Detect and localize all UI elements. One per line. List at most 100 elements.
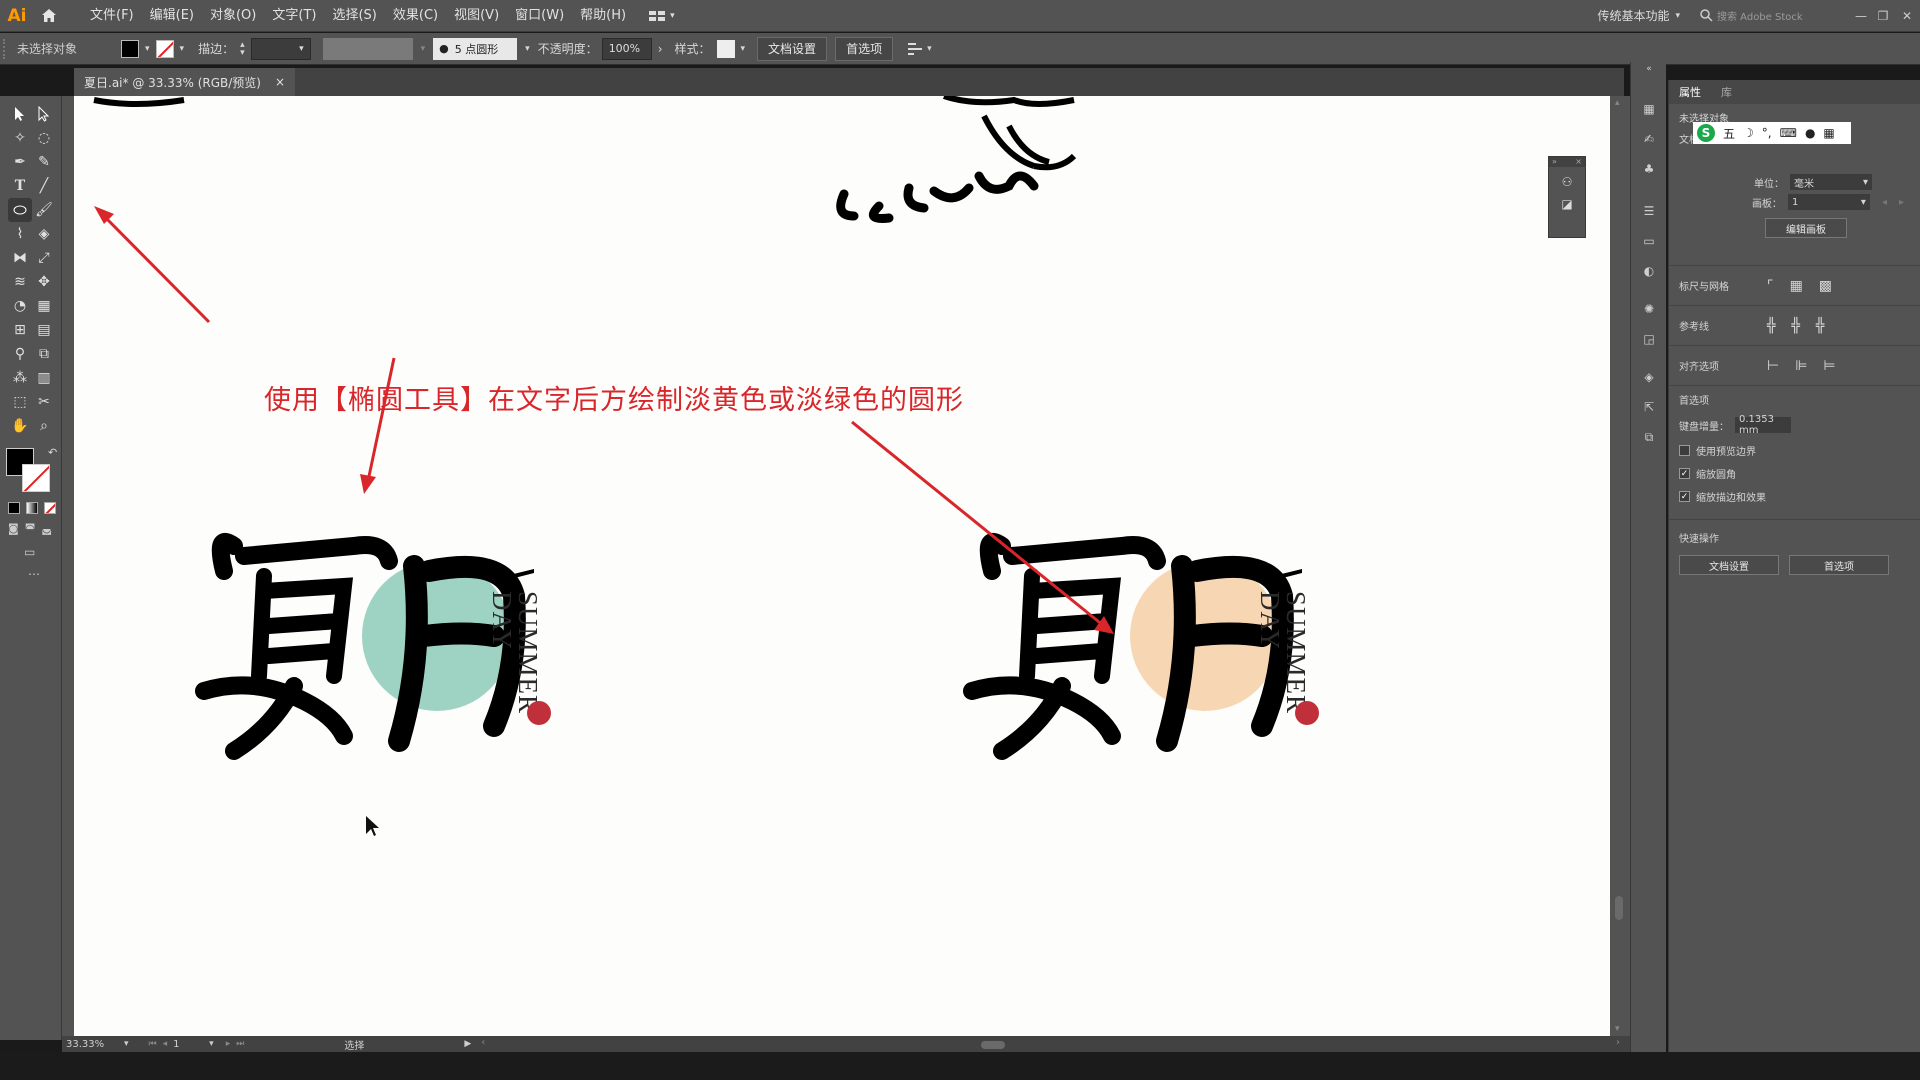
menu-effect[interactable]: 效果(C) <box>385 0 446 32</box>
minimize-button[interactable]: — <box>1850 9 1872 23</box>
chevron-down-icon[interactable]: ▾ <box>209 1039 214 1049</box>
screen-mode-icon[interactable]: ▭ <box>24 545 61 559</box>
artboard-select[interactable]: 1 ▾ <box>1787 194 1870 210</box>
curvature-tool-icon[interactable]: ✎ <box>32 150 56 174</box>
vertical-scrollbar[interactable]: ▴ ▾ <box>1612 96 1626 1036</box>
scale-strokes-checkbox[interactable]: ✓ <box>1679 491 1690 502</box>
artboard-tool-icon[interactable]: ⬚ <box>8 390 32 414</box>
first-artboard-icon[interactable]: ⏮ <box>149 1039 157 1049</box>
status-menu-icon[interactable]: ▶ <box>464 1039 471 1049</box>
swap-icon[interactable]: ↶ <box>48 446 57 459</box>
line-tool-icon[interactable]: ╱ <box>32 174 56 198</box>
type-tool-icon[interactable]: T <box>8 174 32 198</box>
chevron-down-icon[interactable]: ▾ <box>145 44 150 54</box>
scroll-thumb[interactable] <box>1615 896 1623 920</box>
pen-tool-icon[interactable]: ✒ <box>8 150 32 174</box>
stock-search[interactable]: 搜索 Adobe Stock <box>1700 6 1850 26</box>
preview-bounds-checkbox[interactable] <box>1679 445 1690 456</box>
direct-selection-tool-icon[interactable] <box>32 102 56 126</box>
menu-type[interactable]: 文字(T) <box>264 0 324 32</box>
align-pixel-icon[interactable]: ⊢ <box>1767 358 1779 374</box>
tab-document[interactable]: 夏日.ai* @ 33.33% (RGB/预览) × <box>74 68 296 96</box>
gradient-mode-icon[interactable] <box>26 502 38 514</box>
reflect-tool-icon[interactable]: ⧓ <box>8 246 32 270</box>
scale-tool-icon[interactable]: ⤢ <box>32 246 56 270</box>
variable-width-field[interactable] <box>322 37 413 60</box>
opacity-field[interactable]: 100% <box>601 37 652 60</box>
none-mode-icon[interactable] <box>44 502 56 514</box>
last-artboard-icon[interactable]: ⏭ <box>236 1039 244 1049</box>
scale-strokes-row[interactable]: ✓ 缩放描边和效果 <box>1679 489 1910 504</box>
menu-edit[interactable]: 编辑(E) <box>142 0 202 32</box>
stroke-color-swatch[interactable] <box>22 464 50 492</box>
horizontal-scrollbar[interactable]: ‹ › <box>481 1037 1620 1049</box>
arrange-icon[interactable]: ▾ <box>907 42 932 56</box>
color-mode-icon[interactable] <box>8 502 20 514</box>
chevron-down-icon[interactable]: ▾ <box>525 44 530 54</box>
shaper-tool-icon[interactable]: ⌇ <box>8 222 32 246</box>
draw-normal-icon[interactable]: ◙ <box>8 522 19 535</box>
draw-behind-icon[interactable]: ◚ <box>25 522 36 535</box>
keyboard-increment-field[interactable]: 0.1353 mm <box>1735 414 1791 436</box>
close-icon[interactable]: × <box>1575 157 1582 167</box>
tab-libraries[interactable]: 库 <box>1711 84 1742 100</box>
floating-mini-panel[interactable]: » × ⚇ ◪ <box>1548 156 1586 238</box>
eyedropper-icon[interactable]: ⚲ <box>8 342 32 366</box>
lasso-icon[interactable]: ◌ <box>32 126 56 150</box>
style-swatch[interactable] <box>716 39 735 58</box>
menu-object[interactable]: 对象(O) <box>202 0 264 32</box>
close-icon[interactable]: × <box>275 75 285 89</box>
collapse-icon[interactable]: « <box>1631 62 1667 76</box>
collapse-icon[interactable]: » <box>1552 157 1557 167</box>
units-select[interactable]: 毫米 ▾ <box>1790 174 1872 190</box>
menu-select[interactable]: 选择(S) <box>324 0 384 32</box>
scroll-down-icon[interactable]: ▾ <box>1615 1024 1620 1034</box>
selection-tool-icon[interactable] <box>8 102 32 126</box>
prev-artboard-icon[interactable]: ◂ <box>163 1039 168 1049</box>
align-key-icon[interactable]: ⊨ <box>1823 358 1835 374</box>
preferences-button[interactable]: 首选项 <box>835 36 894 61</box>
gradient-panel-icon[interactable]: ▭ <box>1631 226 1667 256</box>
quick-document-setup-button[interactable]: 文档设置 <box>1679 555 1779 575</box>
chevron-down-icon[interactable]: ▾ <box>741 44 746 54</box>
transparency-grid-icon[interactable]: ▩ <box>1819 278 1832 294</box>
more-tools-icon[interactable]: ⋯ <box>28 567 61 581</box>
stroke-panel-icon[interactable]: ☰ <box>1631 196 1667 226</box>
arrange-documents-icon[interactable]: ▾ <box>648 10 675 22</box>
zoom-field[interactable]: 33.33% <box>62 1039 120 1050</box>
export-icon[interactable]: ⇱ <box>1631 392 1667 422</box>
close-button[interactable]: ✕ <box>1894 9 1920 23</box>
paintbrush-icon[interactable]: 🖌 <box>32 198 56 222</box>
gradient-tool-icon[interactable]: ▤ <box>32 318 56 342</box>
grid-icon[interactable]: ▦ <box>1790 278 1803 294</box>
layers-icon[interactable]: ◈ <box>1631 362 1667 392</box>
menu-help[interactable]: 帮助(H) <box>572 0 634 32</box>
brushes-icon[interactable]: ✍ <box>1631 124 1667 154</box>
shape-builder-icon[interactable]: ◔ <box>8 294 32 318</box>
chevron-down-icon[interactable]: ▾ <box>180 44 185 54</box>
artboards-icon[interactable]: ⧉ <box>1631 422 1667 452</box>
zoom-tool-icon[interactable]: ⌕ <box>32 414 56 438</box>
perspective-grid-icon[interactable]: ▦ <box>32 294 56 318</box>
draw-inside-icon[interactable]: ◛ <box>41 522 52 535</box>
preview-bounds-row[interactable]: 使用预览边界 <box>1679 443 1910 458</box>
rulers-icon[interactable]: ⌜ <box>1767 278 1774 294</box>
brush-field[interactable]: ● 5 点圆形 <box>433 37 518 60</box>
chevron-down-icon[interactable]: ▾ <box>421 44 426 54</box>
menu-file[interactable]: 文件(F) <box>82 0 142 32</box>
scroll-left-icon[interactable]: ‹ <box>481 1037 485 1048</box>
transparency-panel-icon[interactable]: ◐ <box>1631 256 1667 286</box>
artboard-number[interactable]: 1 <box>173 1039 209 1050</box>
fill-swatch[interactable] <box>121 39 139 58</box>
symbol-sprayer-icon[interactable]: ⁂ <box>8 366 32 390</box>
scale-corners-row[interactable]: ✓ 缩放圆角 <box>1679 466 1910 481</box>
workspace-switcher[interactable]: 传统基本功能 ▾ <box>1597 7 1680 24</box>
quick-preferences-button[interactable]: 首选项 <box>1789 555 1889 575</box>
blend-tool-icon[interactable]: ⧉ <box>32 342 56 366</box>
chevron-right-icon[interactable]: › <box>658 42 663 56</box>
menu-view[interactable]: 视图(V) <box>446 0 507 32</box>
menu-window[interactable]: 窗口(W) <box>507 0 572 32</box>
scale-corners-checkbox[interactable]: ✓ <box>1679 468 1690 479</box>
fill-stroke-widget[interactable]: ↶ <box>6 446 57 496</box>
scroll-thumb[interactable] <box>981 1041 1006 1049</box>
